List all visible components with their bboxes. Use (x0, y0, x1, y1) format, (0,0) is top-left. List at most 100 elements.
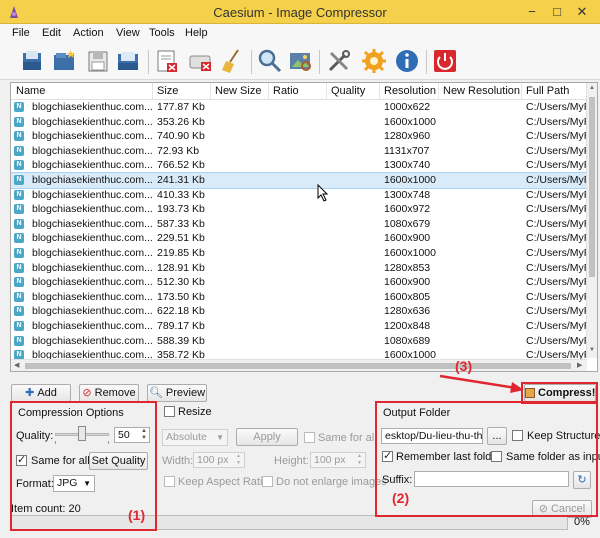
add-folder-icon[interactable] (50, 47, 78, 75)
height-spinner[interactable]: ▲ ▼ (357, 453, 362, 467)
file-list[interactable]: Name Size New Size Ratio Quality Resolut… (10, 82, 598, 372)
table-row[interactable]: Nblogchiasekienthuc.com... 766.52 Kb 1300x… (11, 158, 591, 173)
keep-aspect-ratio-checkbox[interactable] (164, 476, 175, 487)
horizontal-scrollbar[interactable]: ◀ ▶ (11, 359, 587, 371)
image-file-icon: N (14, 160, 24, 171)
cell-resolution: 1600x1000 (384, 115, 436, 128)
column-header-ratio[interactable]: Ratio (273, 85, 299, 97)
cell-name: blogchiasekienthuc.com... (32, 173, 153, 186)
column-header-quality[interactable]: Quality (331, 85, 365, 97)
menu-action[interactable]: Action (73, 27, 104, 39)
exit-icon[interactable] (431, 47, 459, 75)
cell-full-path: C:/Users/MyP (526, 305, 591, 318)
table-row[interactable]: Nblogchiasekienthuc.com... 789.17 Kb 1200x… (11, 319, 591, 334)
clean-icon[interactable] (218, 47, 246, 75)
scroll-down-icon[interactable]: ▼ (589, 347, 595, 353)
toolbar-separator (426, 50, 427, 74)
cell-size: 177.87 Kb (157, 101, 205, 113)
scroll-up-icon[interactable]: ▲ (589, 85, 595, 91)
cell-resolution: 1280x636 (384, 305, 431, 318)
table-row[interactable]: Nblogchiasekienthuc.com... 353.26 Kb 1600x… (11, 115, 591, 130)
cell-full-path: C:/Users/MyP (526, 276, 591, 289)
column-header-full-path[interactable]: Full Path (526, 85, 569, 97)
chevron-down-icon: ▼ (216, 433, 224, 442)
cell-full-path: C:/Users/MyP (526, 261, 591, 274)
vertical-scrollbar[interactable]: ▲ ▼ (586, 83, 597, 358)
cell-name: blogchiasekienthuc.com... (32, 276, 153, 289)
table-row[interactable]: Nblogchiasekienthuc.com... 229.51 Kb 1600x… (11, 231, 591, 246)
table-row[interactable]: Nblogchiasekienthuc.com... 72.93 Kb 1131x7… (11, 144, 591, 159)
column-header-resolution[interactable]: Resolution (384, 85, 436, 97)
settings-icon[interactable] (360, 47, 388, 75)
search-icon[interactable] (256, 47, 284, 75)
close-button[interactable]: ✕ (572, 3, 592, 20)
image-file-icon: N (14, 204, 24, 215)
minimize-button[interactable]: − (522, 3, 542, 20)
cell-resolution: 1600x805 (384, 290, 431, 303)
cell-size: 588.39 Kb (157, 334, 205, 347)
remove-item-icon[interactable] (153, 47, 181, 75)
scrollbar-thumb[interactable] (589, 97, 595, 277)
cell-name: blogchiasekienthuc.com... (32, 188, 153, 201)
table-row[interactable]: Nblogchiasekienthuc.com... 173.50 Kb 1600x… (11, 290, 591, 305)
add-button[interactable]: ✚ Add (11, 384, 71, 402)
table-row[interactable]: Nblogchiasekienthuc.com... 193.73 Kb 1600x… (11, 202, 591, 217)
menu-tools[interactable]: Tools (149, 27, 175, 39)
menu-file[interactable]: File (12, 27, 30, 39)
table-row[interactable]: Nblogchiasekienthuc.com... 241.31 Kb 1600x… (11, 171, 591, 189)
menu-help[interactable]: Help (185, 27, 208, 39)
table-row[interactable]: Nblogchiasekienthuc.com... 128.91 Kb 1280x… (11, 261, 591, 276)
preview-button[interactable]: 🔍︎ Preview (147, 384, 207, 402)
cell-resolution: 1600x900 (384, 276, 431, 289)
menu-view[interactable]: View (116, 27, 140, 39)
cell-size: 766.52 Kb (157, 159, 205, 172)
cell-name: blogchiasekienthuc.com... (32, 203, 153, 216)
cell-name: blogchiasekienthuc.com... (32, 115, 153, 128)
image-file-icon: N (14, 306, 24, 317)
open-file-icon[interactable] (18, 47, 46, 75)
resize-checkbox[interactable] (164, 406, 175, 417)
maximize-button[interactable]: □ (547, 3, 567, 20)
apply-button[interactable]: Apply (236, 428, 298, 446)
column-header-new-resolution[interactable]: New Resolution (443, 85, 520, 97)
do-not-enlarge-checkbox[interactable] (262, 476, 273, 487)
save-icon[interactable] (84, 47, 112, 75)
clear-list-icon[interactable] (187, 47, 215, 75)
scroll-right-icon[interactable]: ▶ (577, 361, 582, 369)
table-row[interactable]: Nblogchiasekienthuc.com... 410.33 Kb 1300x… (11, 188, 591, 203)
cell-size: 241.31 Kb (157, 173, 205, 186)
column-header-new-size[interactable]: New Size (215, 85, 261, 97)
tools-icon[interactable] (325, 47, 353, 75)
remove-button[interactable]: ⊘ Remove (79, 384, 139, 402)
cell-size: 587.33 Kb (157, 217, 205, 230)
scrollbar-thumb[interactable] (25, 363, 571, 369)
cell-name: blogchiasekienthuc.com... (32, 232, 153, 245)
scroll-left-icon[interactable]: ◀ (14, 361, 19, 369)
table-row[interactable]: Nblogchiasekienthuc.com... 512.30 Kb 1600x… (11, 275, 591, 290)
table-row[interactable]: Nblogchiasekienthuc.com... 740.90 Kb 1280x… (11, 129, 591, 144)
width-spinner[interactable]: ▲ ▼ (236, 453, 241, 467)
save-list-icon[interactable] (114, 47, 142, 75)
cell-size: 193.73 Kb (157, 203, 205, 216)
cell-resolution: 1080x689 (384, 334, 431, 347)
table-row[interactable]: Nblogchiasekienthuc.com... 177.87 Kb 1000x… (11, 100, 591, 115)
resize-same-for-all-checkbox[interactable] (304, 432, 315, 443)
table-row[interactable]: Nblogchiasekienthuc.com... 587.33 Kb 1080x… (11, 217, 591, 232)
table-row[interactable]: Nblogchiasekienthuc.com... 588.39 Kb 1080x… (11, 334, 591, 349)
image-file-icon: N (14, 262, 24, 273)
resize-mode-select[interactable]: Absolute ▼ (162, 429, 228, 446)
preview-image-icon[interactable] (286, 47, 314, 75)
column-header-size[interactable]: Size (157, 85, 178, 97)
info-icon[interactable] (393, 47, 421, 75)
add-button-label: Add (37, 387, 57, 399)
cell-full-path: C:/Users/MyP (526, 188, 591, 201)
menu-edit[interactable]: Edit (42, 27, 61, 39)
cell-size: 512.30 Kb (157, 276, 205, 289)
plus-icon: ✚ (25, 387, 35, 400)
image-file-icon: N (14, 145, 24, 156)
table-row[interactable]: Nblogchiasekienthuc.com... 622.18 Kb 1280x… (11, 304, 591, 319)
cell-full-path: C:/Users/MyP (526, 319, 591, 332)
column-header-name[interactable]: Name (16, 85, 45, 97)
table-row[interactable]: Nblogchiasekienthuc.com... 219.85 Kb 1600x… (11, 246, 591, 261)
image-file-icon: N (14, 218, 24, 229)
